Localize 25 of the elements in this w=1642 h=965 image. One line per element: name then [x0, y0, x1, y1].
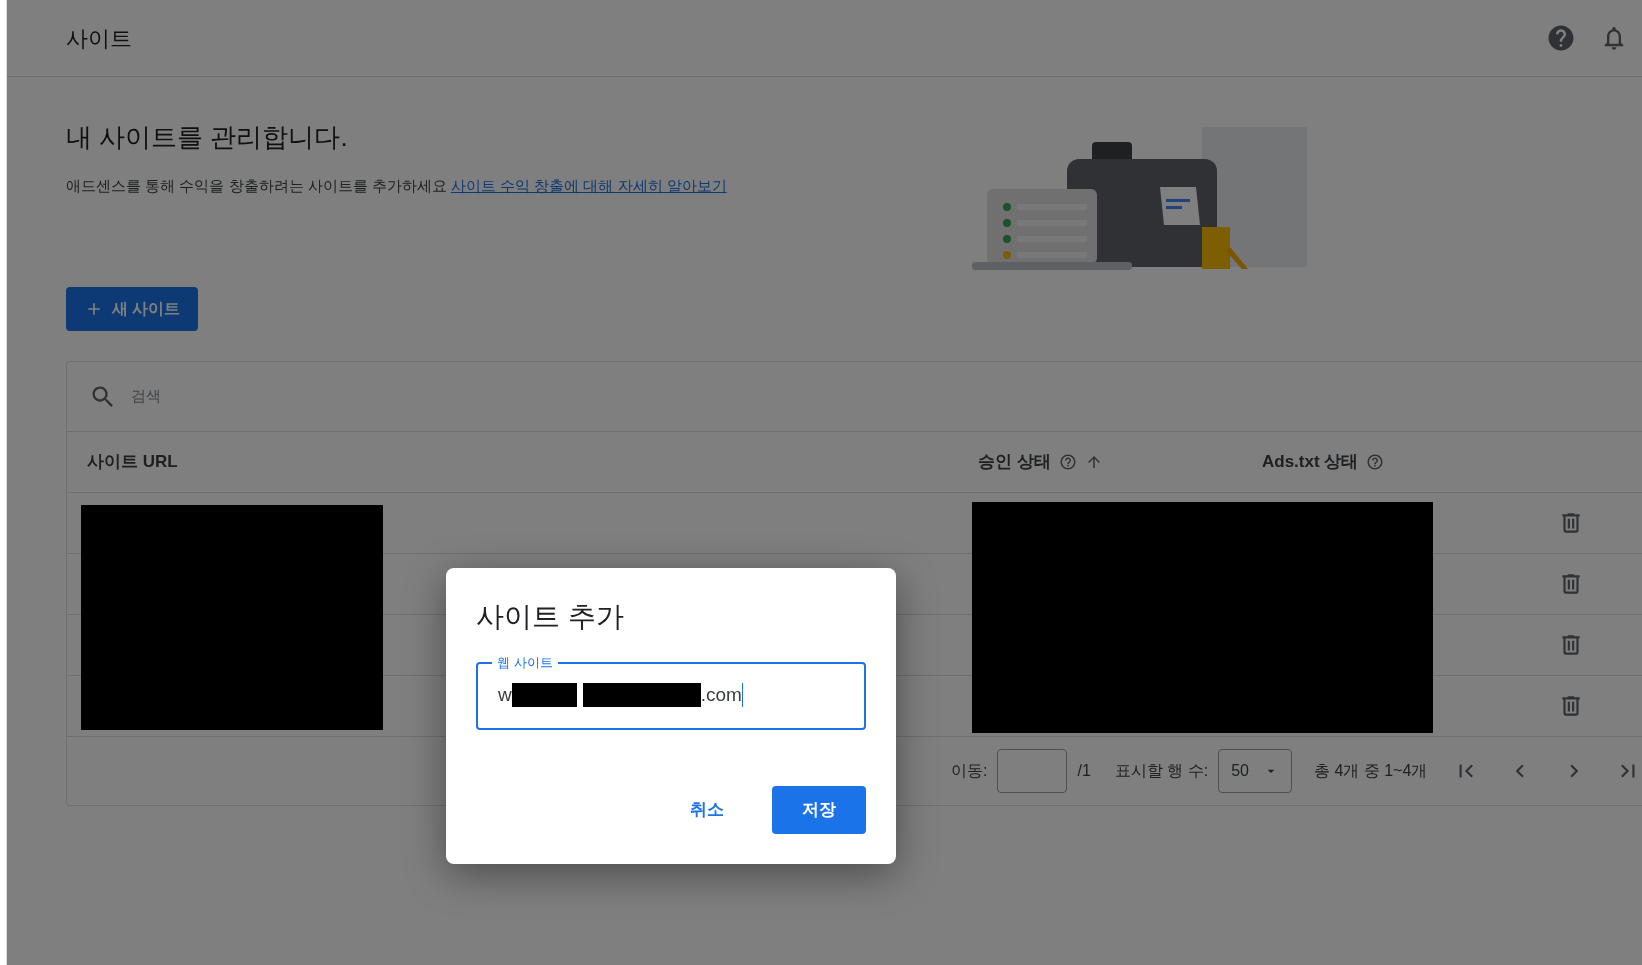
- website-field[interactable]: 웹 사이트 w .com: [476, 656, 866, 730]
- rows-per-page-label: 표시할 행 수:: [1114, 761, 1209, 781]
- dialog-title: 사이트 추가: [476, 600, 625, 634]
- learn-more-link[interactable]: 사이트 수익 창출에 대해 자세히 알아보기: [450, 175, 727, 198]
- help-icon[interactable]: [1058, 453, 1077, 471]
- column-header[interactable]: 승인 상태: [978, 449, 1262, 475]
- field-value-end: .com: [700, 683, 742, 707]
- field-value-start: w: [498, 683, 512, 707]
- help-icon[interactable]: [1366, 453, 1385, 471]
- page-number-field[interactable]: [997, 749, 1068, 793]
- help-icon[interactable]: [1546, 23, 1576, 53]
- rows-per-page-dropdown[interactable]: 50: [1218, 749, 1292, 793]
- page-total-text: /1: [1077, 761, 1091, 781]
- text-cursor: [741, 683, 743, 708]
- redaction-block: [511, 683, 577, 708]
- go-to-page-label: 이동:: [951, 761, 988, 781]
- cancel-button[interactable]: 취소: [666, 787, 748, 833]
- description-text: 애드센스를 통해 수익을 창출하려는 사이트를 추가하세요: [66, 176, 447, 197]
- save-button[interactable]: 저장: [772, 786, 866, 834]
- new-site-button[interactable]: 새 사이트: [66, 287, 199, 331]
- page-title: 사이트: [66, 24, 132, 53]
- page-range-text: 총 4개 중 1~4개: [1313, 761, 1428, 781]
- column-header[interactable]: Ads.txt 상태: [1262, 449, 1558, 475]
- page-heading: 내 사이트를 관리합니다.: [66, 122, 349, 154]
- column-header[interactable]: 사이트 URL: [87, 449, 978, 475]
